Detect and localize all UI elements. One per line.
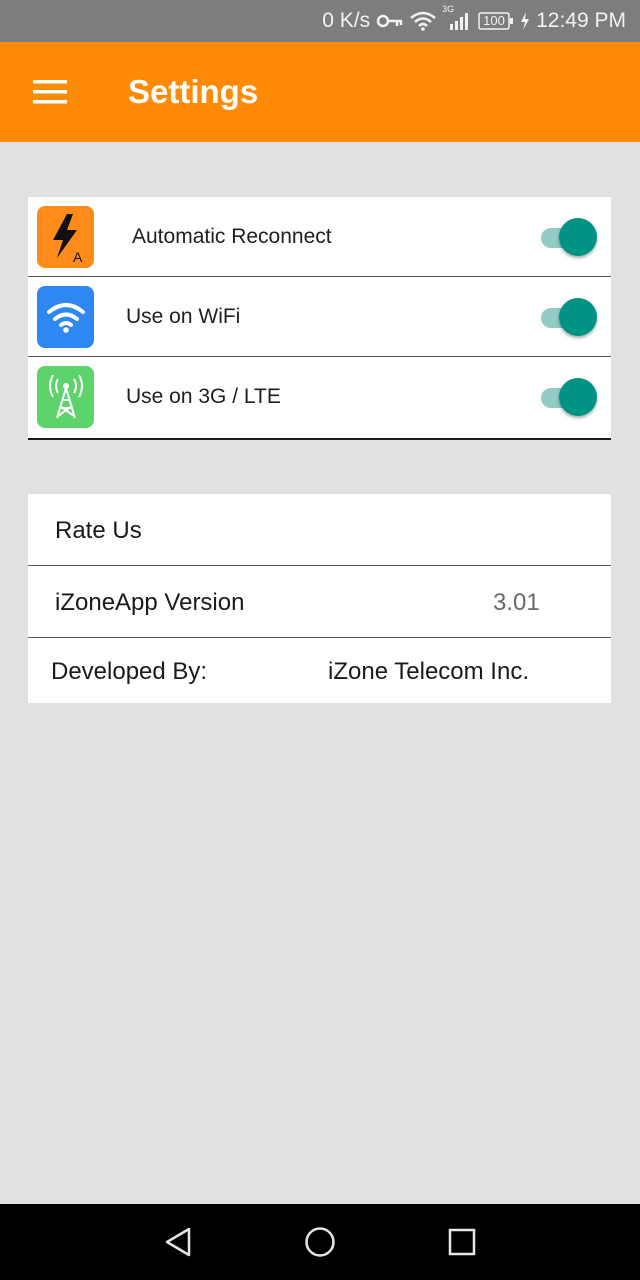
app-bar: Settings	[0, 42, 640, 142]
version-value: 3.01	[493, 589, 540, 616]
lightning-a-icon: A	[37, 206, 94, 268]
developer-row: Developed By: iZone Telecom Inc.	[28, 638, 611, 703]
network-type-label: 3G	[442, 4, 455, 14]
toggle-label-automatic-reconnect: Automatic Reconnect	[132, 224, 332, 248]
wifi-icon	[410, 11, 436, 31]
developer-label: Developed By:	[51, 658, 208, 685]
status-bar: 0 K/s 3G 100 12:49 PM	[0, 0, 640, 42]
network-speed: 0 K/s	[322, 9, 371, 32]
home-icon[interactable]	[300, 1222, 340, 1262]
toggle-row-automatic-reconnect[interactable]: A Automatic Reconnect	[28, 197, 611, 277]
use-on-3g-lte-switch[interactable]	[539, 377, 597, 417]
battery-level: 100	[483, 13, 505, 28]
toggle-row-use-on-3g-lte[interactable]: Use on 3G / LTE	[28, 357, 611, 437]
navigation-bar	[0, 1204, 640, 1280]
version-row: iZoneApp Version 3.01	[28, 566, 611, 638]
automatic-reconnect-switch[interactable]	[539, 217, 597, 257]
hamburger-menu-icon[interactable]	[0, 42, 100, 142]
page-title: Settings	[128, 73, 259, 110]
developer-value: iZone Telecom Inc.	[328, 658, 529, 685]
cell-tower-icon	[37, 366, 94, 428]
rate-us-label: Rate Us	[55, 517, 142, 544]
toggle-label-use-on-wifi: Use on WiFi	[126, 304, 241, 328]
toggle-settings-card: A Automatic Reconnect Use on WiFi Use on…	[28, 197, 611, 440]
version-label: iZoneApp Version	[55, 589, 245, 616]
charging-icon	[520, 12, 530, 30]
recents-icon[interactable]	[442, 1222, 482, 1262]
signal-icon: 3G	[442, 4, 472, 31]
use-on-wifi-switch[interactable]	[539, 297, 597, 337]
wifi-app-icon	[37, 286, 94, 348]
lightning-icon-letter: A	[73, 249, 83, 264]
status-time: 12:49 PM	[536, 9, 626, 32]
info-card: Rate Us iZoneApp Version 3.01 Developed …	[28, 494, 611, 703]
back-icon[interactable]	[158, 1222, 198, 1262]
rate-us-row[interactable]: Rate Us	[28, 494, 611, 566]
battery-icon: 100	[478, 12, 514, 30]
key-icon	[376, 13, 404, 29]
toggle-label-use-on-3g-lte: Use on 3G / LTE	[126, 385, 281, 408]
toggle-row-use-on-wifi[interactable]: Use on WiFi	[28, 277, 611, 357]
